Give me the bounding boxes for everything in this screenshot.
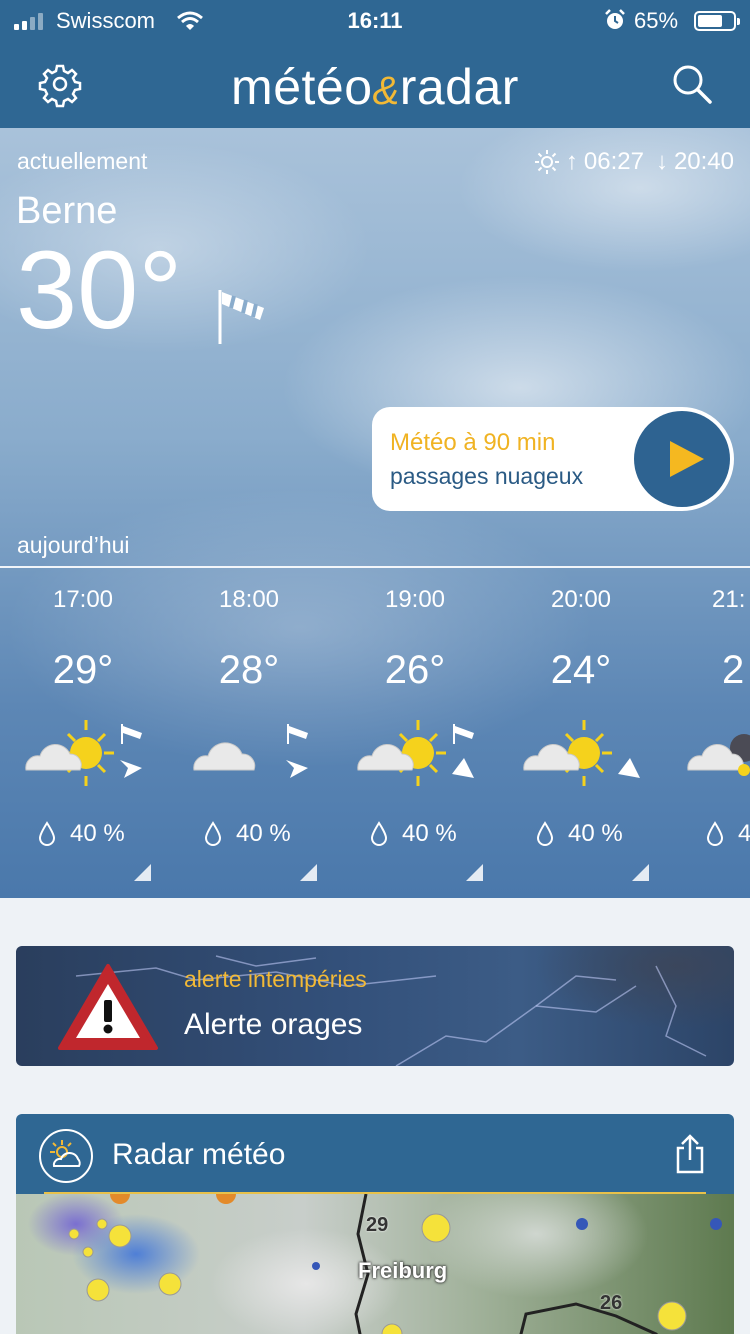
play-button[interactable] [634,411,730,507]
expand-corner-icon [632,864,649,881]
cloud-icon [193,724,308,778]
current-label: actuellement [17,148,148,174]
sun-times: ↑ 06:27 ↓ 20:40 [534,148,734,176]
precipitation: 4 [706,820,750,848]
hour-temperature: 26° [384,648,446,692]
hour-item[interactable]: 18:00 28° 40 % [166,568,332,898]
logo-text-meteo: météo [231,59,373,115]
sunset-arrow-icon: ↓ [655,148,668,175]
partly-cloudy-icon [523,720,640,786]
precipitation: 40 % [536,820,623,848]
map-temp-label: 29 [366,1214,389,1236]
precip-chance: 40 % [568,820,623,847]
hour-time: 19:00 [384,586,446,613]
precipitation: 40 % [370,820,457,848]
alarm-icon [605,9,625,29]
app-header: Swisscom 16:11 65% météo&radar [0,0,750,128]
hour-temperature: 28° [218,648,280,692]
radar-card[interactable]: Radar météo Freiburg 29 26 28 [16,1114,734,1334]
sun-icon [534,150,559,174]
warning-icon [58,964,158,1050]
hour-time: 20:00 [550,586,612,613]
city-name[interactable]: Berne [16,190,117,233]
today-label: aujourd’hui [17,532,130,558]
precip-chance: 40 % [70,820,125,847]
radar-title: Radar météo [112,1138,286,1171]
battery-icon [694,11,740,31]
windsock-icon [218,290,264,344]
hour-time: 21: [712,586,746,613]
share-icon[interactable] [672,1134,708,1174]
raindrop-icon [536,821,554,846]
precipitation: 40 % [204,820,291,848]
expand-corner-icon [466,864,483,881]
nowcast-card[interactable]: Météo à 90 min passages nuageux [372,407,734,511]
current-weather-panel: actuellement ↑ 06:27 ↓ 20:40 Berne 30° M… [0,128,750,898]
current-temperature: 30° [16,229,183,352]
battery-percent: 65% [634,8,679,33]
search-icon[interactable] [668,60,716,108]
precip-chance: 40 % [402,820,457,847]
nowcast-subtitle: passages nuageux [390,463,584,489]
sunrise-time: 06:27 [583,148,644,175]
raindrop-icon [370,821,388,846]
alert-title: Alerte orages [184,1008,363,1041]
map-temp-label: 26 [600,1292,623,1314]
logo-ampersand: & [372,69,400,113]
precip-chance: 40 % [236,820,291,847]
hour-time: 17:00 [52,586,114,613]
sunset-time: 20:40 [673,148,734,175]
hour-item[interactable]: 19:00 26° 40 % [332,568,498,898]
logo-text-radar: radar [399,59,519,115]
hour-item[interactable]: 21: 2 4 [664,568,750,898]
hour-temperature: 29° [52,648,114,692]
status-bar: Swisscom 16:11 65% [0,0,750,40]
partly-cloudy-icon [25,720,142,786]
raindrop-icon [706,821,724,846]
map-city-label: Freiburg [358,1258,448,1283]
radar-weather-icon [39,1129,93,1183]
expand-corner-icon [134,864,151,881]
partly-cloudy-night-icon [687,734,750,776]
precip-chance: 4 [738,820,750,847]
hour-item[interactable]: 20:00 24° 40 % [498,568,664,898]
hour-temperature: 2 [722,648,745,692]
hourly-forecast[interactable]: 17:00 29° 40 % 18:00 28° 40 % 19:00 26° … [0,568,750,898]
raindrop-icon [38,821,56,846]
partly-cloudy-icon [357,720,474,786]
radar-map[interactable]: Freiburg 29 26 28 [16,1194,734,1334]
sunrise-arrow-icon: ↑ [565,148,578,175]
hour-temperature: 24° [550,648,612,692]
app-logo: météo&radar [0,58,750,116]
alert-kicker: alerte intempéries [184,966,367,992]
hour-item[interactable]: 17:00 29° 40 % [0,568,166,898]
expand-corner-icon [300,864,317,881]
hour-time: 18:00 [218,586,280,613]
raindrop-icon [204,821,222,846]
nowcast-title: Météo à 90 min [390,429,556,456]
precipitation: 40 % [38,820,125,848]
weather-alert-card[interactable]: alerte intempéries Alerte orages [16,946,734,1066]
